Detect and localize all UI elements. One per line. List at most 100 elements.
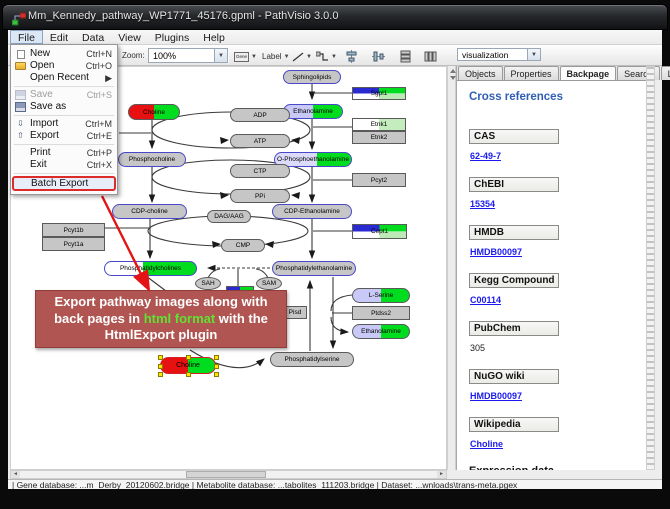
node-label: Choline [129,105,179,119]
node-label: CMP [222,240,264,251]
node-sam[interactable]: SAM [256,277,282,290]
node-sah[interactable]: SAH [195,277,221,290]
menu-item-label: Import [30,118,81,130]
node-label: Etnk1 [353,119,405,130]
node-adp[interactable]: ADP [230,108,290,122]
node-cdp-ethanolamine[interactable]: CDP-Ethanolamine [272,204,352,219]
selection-handle[interactable] [158,355,163,360]
node-label: Phosphatidylethanolamine [273,262,355,275]
selection-handle[interactable] [158,372,163,377]
submenu-arrow-icon: ▶ [105,72,112,84]
file-menu-item-open-recent[interactable]: Open Recent ▶ [11,72,117,84]
node-dag-aag[interactable]: DAG/AAG [207,210,251,223]
menu-item-label: New [30,48,82,60]
file-menu-item-import[interactable]: ⇩ Import Ctrl+M [11,118,117,130]
node-label: SAM [257,278,281,289]
new-file-icon [17,50,25,59]
node-pcyt1b[interactable]: Pcyt1b [42,223,105,237]
node-ethanolamine-bottom[interactable]: Ethanolamine [352,324,410,339]
node-cept1[interactable]: Cept1 [352,224,407,239]
selection-handle[interactable] [158,364,163,369]
menu-separator [14,115,114,116]
node-label: ATP [231,135,289,147]
node-label: Ethanolamine [284,105,342,118]
menu-item-shortcut: Ctrl+P [87,147,112,159]
menu-icon-spacer [15,73,26,83]
node-label: Phosphatidylserine [271,353,353,366]
node-label: Ethanolamine [353,325,409,338]
node-choline-top[interactable]: Choline [128,104,180,120]
menu-item-label: Batch Export [31,178,107,190]
file-menu-item-new[interactable]: New Ctrl+N [11,48,117,60]
node-label: Pcyt2 [353,174,405,186]
node-phosphatidylethanolamine[interactable]: Phosphatidylethanolamine [272,261,356,276]
node-label: Phosphatidylcholines [105,262,196,275]
node-label: SAH [196,278,220,289]
file-menu-item-save[interactable]: SaveCtrl+S [11,89,117,101]
node-label: PPi [231,190,289,202]
node-label: Cept1 [353,225,406,238]
node-label: Ptdss2 [353,307,409,319]
node-label: L-Serine [353,289,409,302]
menu-item-shortcut: Ctrl+M [85,118,112,130]
menu-icon-spacer [15,148,26,158]
node-label: Phosphocholine [119,153,185,166]
menu-item-shortcut: Ctrl+O [86,60,112,72]
selection-handle[interactable] [186,372,191,377]
callout-text: Export pathway images along with back pa… [44,294,278,345]
node-pcyt2[interactable]: Pcyt2 [352,173,406,187]
annotation-callout: Export pathway images along with back pa… [35,290,287,348]
menu-item-label: Print [30,147,83,159]
node-etnk2[interactable]: Etnk2 [352,131,406,144]
node-cdp-choline[interactable]: CDP-choline [112,204,187,219]
node-phosphatidylserine[interactable]: Phosphatidylserine [270,352,354,367]
node-l-serine[interactable]: L-Serine [352,288,410,303]
node-label: Pisd [284,307,306,318]
menu-item-shortcut: Ctrl+S [87,89,112,101]
menu-item-shortcut: Ctrl+N [86,48,112,60]
save-disk-icon [15,90,26,100]
node-label: Sgpl1 [353,88,405,99]
node-ctp[interactable]: CTP [230,164,290,178]
node-phosphatidylcholines[interactable]: Phosphatidylcholines [104,261,197,276]
import-arrow-icon: ⇩ [15,119,26,129]
menu-item-label: Exit [30,159,83,171]
save-as-disk-icon [15,102,26,112]
node-pcyt1a[interactable]: Pcyt1a [42,237,105,251]
file-menu-item-export[interactable]: ⇧ Export Ctrl+E [11,130,117,142]
node-sgpl1[interactable]: Sgpl1 [352,87,406,100]
selection-handle[interactable] [186,355,191,360]
menu-item-label: Export [30,130,83,142]
file-menu-item-open[interactable]: OpenCtrl+O [11,60,117,72]
node-etnk1[interactable]: Etnk1 [352,118,406,131]
menu-separator [14,86,114,87]
node-choline-selected[interactable]: Choline [160,357,216,374]
export-arrow-icon: ⇧ [15,131,26,141]
node-label: Sphingolipids [284,71,340,83]
node-cmp[interactable]: CMP [221,239,265,252]
node-phosphocholine[interactable]: Phosphocholine [118,152,186,167]
callout-text-highlight: html format [144,311,216,326]
node-ppi[interactable]: PPi [230,189,290,203]
menu-icon-spacer [15,160,26,170]
menu-item-label: Open Recent [30,72,101,84]
menu-item-shortcut: Ctrl+E [87,130,112,142]
node-sphingolipids[interactable]: Sphingolipids [283,70,341,84]
menu-icon-spacer [16,179,27,189]
node-label: CTP [231,165,289,177]
selection-handle[interactable] [214,364,219,369]
file-menu-dropdown: New Ctrl+NOpenCtrl+OOpen Recent ▶ SaveCtrl+… [10,44,118,195]
selection-handle[interactable] [214,355,219,360]
file-menu-item-exit[interactable]: ExitCtrl+X [11,159,117,171]
menu-separator [14,173,114,174]
node-ethanolamine-top[interactable]: Ethanolamine [283,104,343,119]
node-ptdss2[interactable]: Ptdss2 [352,306,410,320]
file-menu-item-save-as[interactable]: Save as [11,101,117,113]
node-atp[interactable]: ATP [230,134,290,148]
node-label: Pcyt1b [43,224,104,236]
node-label: CDP-choline [113,205,186,218]
node-label: Pcyt1a [43,238,104,250]
file-menu-item-print[interactable]: Print Ctrl+P [11,147,117,159]
file-menu-item-batch-export[interactable]: Batch Export [12,176,116,191]
selection-handle[interactable] [214,372,219,377]
